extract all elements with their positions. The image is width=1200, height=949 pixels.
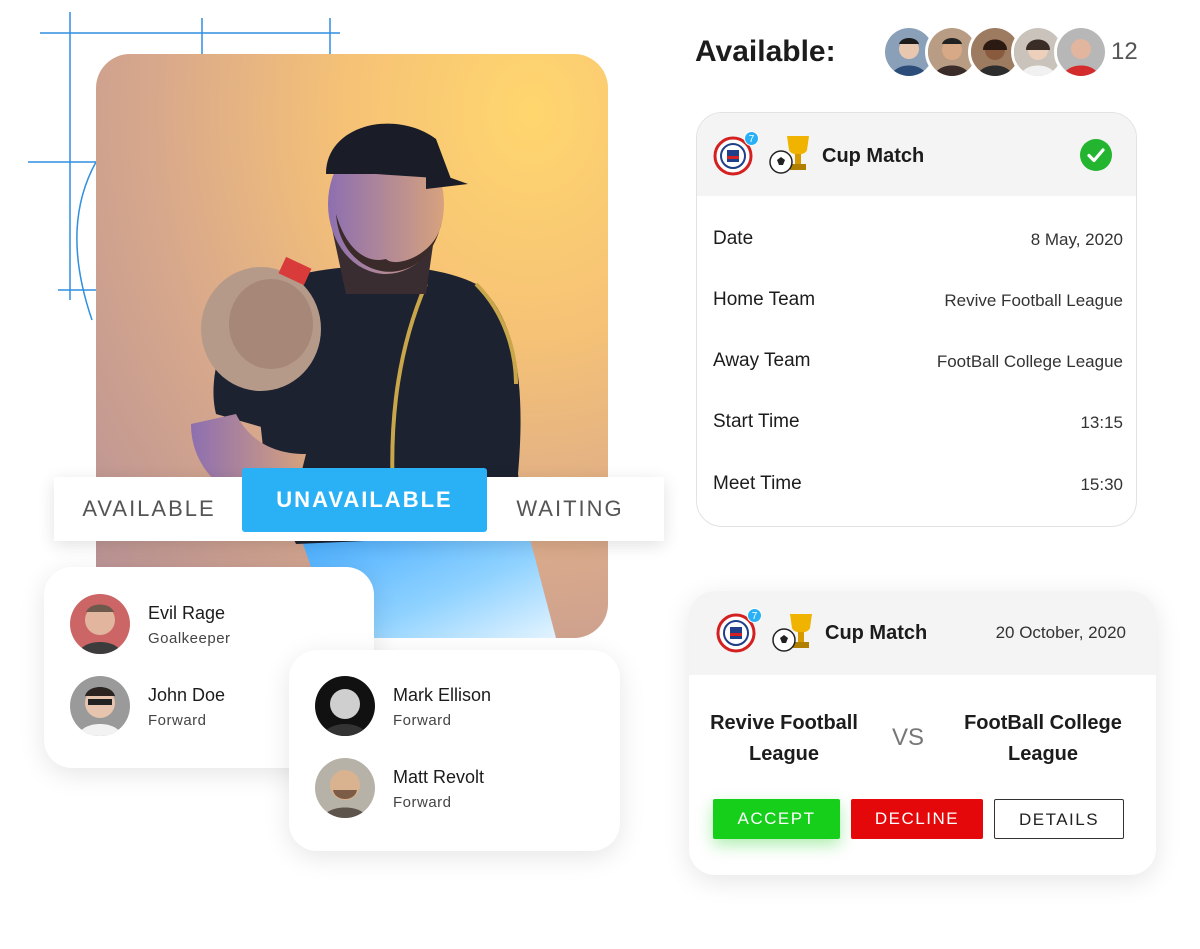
detail-value: Revive Football League xyxy=(944,291,1123,310)
detail-value: 13:15 xyxy=(1080,413,1123,432)
match-invite-card: 7 Cup Match 20 October, 2020 Revive Foot… xyxy=(689,591,1156,875)
available-avatars[interactable] xyxy=(882,25,1112,79)
player-position: Forward xyxy=(393,794,452,811)
match-title: Cup Match xyxy=(822,145,925,167)
available-title: Available: xyxy=(695,35,836,68)
avatar xyxy=(70,676,130,736)
detail-label: Away Team xyxy=(713,350,811,371)
invite-date: 20 October, 2020 xyxy=(995,623,1126,642)
match-card-header: 7 Cup Match xyxy=(697,113,1136,196)
check-icon xyxy=(1080,139,1112,171)
trophy-ball-icon xyxy=(772,612,816,652)
available-count: 12 xyxy=(1111,38,1138,65)
detail-label: Meet Time xyxy=(713,473,802,494)
detail-row: Date 8 May, 2020 xyxy=(713,228,1123,258)
accept-button[interactable]: ACCEPT xyxy=(713,799,840,839)
player-name: John Doe xyxy=(148,685,226,705)
home-team: Revive Football League xyxy=(710,712,858,765)
toggle-waiting[interactable]: WAITING xyxy=(486,477,654,541)
player-position: Forward xyxy=(393,712,452,729)
detail-label: Date xyxy=(713,228,754,249)
list-item[interactable]: Matt Revolt Forward xyxy=(315,758,605,818)
detail-label: Start Time xyxy=(713,411,800,432)
player-position: Goalkeeper xyxy=(148,630,231,647)
player-name: Matt Revolt xyxy=(393,767,485,787)
avatar xyxy=(1054,25,1108,79)
decline-button[interactable]: DECLINE xyxy=(851,799,983,839)
player-position: Forward xyxy=(148,712,207,729)
avatar xyxy=(315,676,375,736)
avatar xyxy=(315,758,375,818)
invite-card-header: 7 Cup Match 20 October, 2020 xyxy=(689,591,1156,675)
vs-label: VS xyxy=(892,724,925,751)
detail-label: Home Team xyxy=(713,289,816,310)
team-crest-icon: 7 xyxy=(713,131,759,176)
detail-row: Home Team Revive Football League xyxy=(713,289,1123,319)
detail-value: FootBall College League xyxy=(936,352,1123,371)
list-item[interactable]: Evil Rage Goalkeeper xyxy=(70,594,360,654)
toggle-available[interactable]: AVAILABLE xyxy=(54,477,244,541)
away-team: FootBall College League xyxy=(964,712,1122,765)
match-details-card: 7 Cup Match Date 8 May, 2020 Home Team R… xyxy=(696,112,1137,527)
detail-row: Meet Time 15:30 xyxy=(713,473,1123,503)
player-card: Mark Ellison Forward Matt Revolt Forward xyxy=(289,650,620,851)
invite-title: Cup Match xyxy=(825,622,928,644)
notification-badge: 7 xyxy=(744,131,759,146)
detail-value: 8 May, 2020 xyxy=(1030,230,1123,249)
list-item[interactable]: Mark Ellison Forward xyxy=(315,676,605,736)
trophy-ball-icon xyxy=(769,134,813,174)
player-name: Mark Ellison xyxy=(393,685,492,705)
toggle-unavailable[interactable]: UNAVAILABLE xyxy=(242,468,487,532)
avatar xyxy=(70,594,130,654)
details-button[interactable]: DETAILS xyxy=(994,799,1124,839)
notification-badge: 7 xyxy=(747,608,762,623)
availability-toggle: AVAILABLE WAITING UNAVAILABLE xyxy=(54,468,664,541)
detail-value: 15:30 xyxy=(1080,475,1123,494)
team-crest-icon: 7 xyxy=(716,608,762,653)
detail-row: Away Team FootBall College League xyxy=(713,350,1123,380)
pitcher-illustration xyxy=(191,123,556,638)
baseball-pitcher-photo xyxy=(96,54,608,638)
detail-row: Start Time 13:15 xyxy=(713,411,1123,441)
player-name: Evil Rage xyxy=(148,603,226,623)
